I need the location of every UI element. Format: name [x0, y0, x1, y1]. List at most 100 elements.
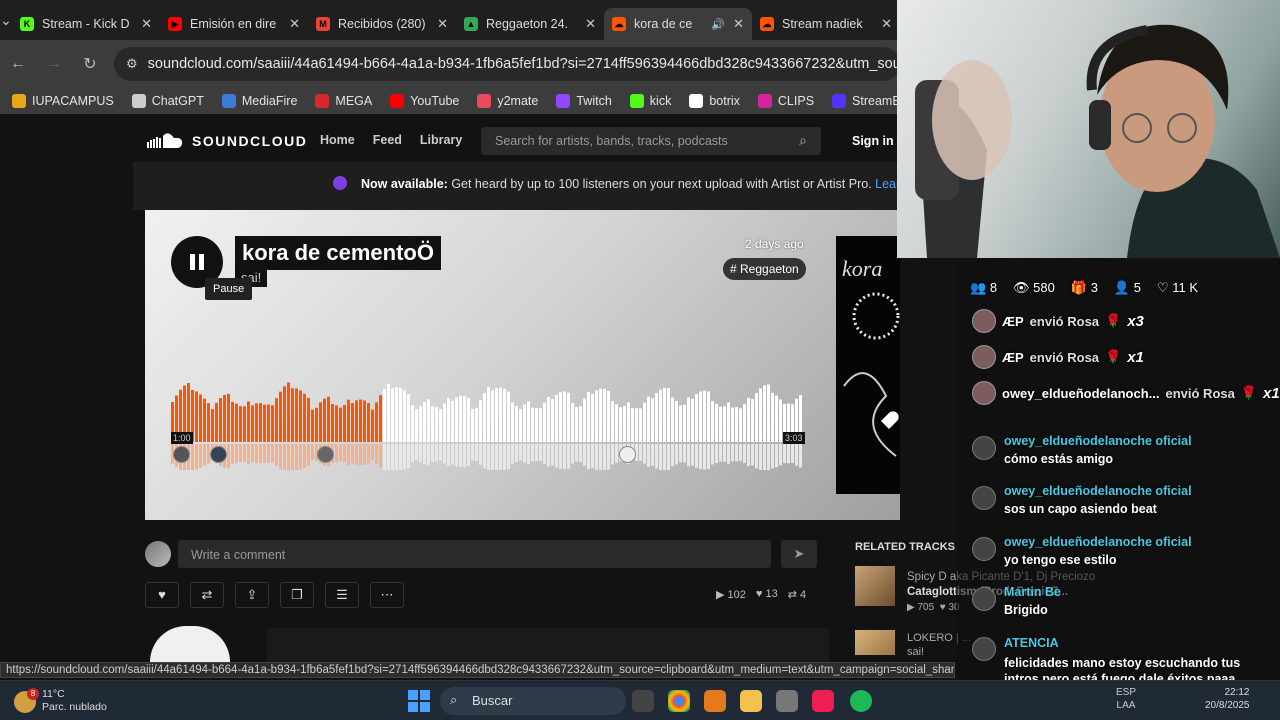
waveform-reflection	[411, 444, 414, 463]
taskbar-search[interactable]: ⌕ Buscar	[440, 687, 626, 715]
waveform-bar	[583, 398, 586, 442]
audio-playing-icon[interactable]: 🔊	[711, 18, 725, 31]
comment-avatar[interactable]	[173, 446, 190, 463]
close-tab-icon[interactable]: ✕	[585, 16, 596, 32]
bookmark-item[interactable]: YouTube	[390, 94, 459, 108]
player-artwork	[150, 626, 230, 662]
start-tile	[420, 702, 430, 712]
waveform-bar	[319, 402, 322, 442]
close-tab-icon[interactable]: ✕	[289, 16, 300, 32]
comment-avatar[interactable]	[619, 446, 636, 463]
app-icon[interactable]	[704, 690, 726, 712]
windows-taskbar: 8 11°C Parc. nublado ⌕ Buscar ESP LAA 22…	[0, 680, 1280, 720]
input-language[interactable]: ESP LAA	[1116, 686, 1136, 712]
waveform-bar	[267, 404, 270, 442]
browser-tab[interactable]: M Recibidos (280) ✕	[308, 8, 456, 40]
copy-link-button[interactable]: ❐	[280, 582, 314, 608]
browser-tab[interactable]: K Stream - Kick D ✕	[12, 8, 160, 40]
soundcloud-logo[interactable]: SOUNDCLOUD	[146, 132, 307, 150]
waveform-reflection	[763, 444, 766, 470]
search-icon[interactable]: ⌕	[799, 132, 807, 149]
bookmark-item[interactable]: kick	[629, 94, 671, 108]
pause-tooltip: Pause	[205, 278, 253, 300]
gifter-name: owey_eldueñodelanoch...	[1002, 385, 1160, 401]
waveform-bar	[675, 401, 678, 442]
waveform-reflection	[347, 444, 350, 466]
browser-tab[interactable]: ▲ Reggaeton 24. ✕	[456, 8, 604, 40]
browser-tab[interactable]: ☁ Stream nadiek ✕	[752, 8, 900, 40]
back-icon[interactable]: ←	[0, 55, 36, 73]
bookmark-item[interactable]: botrix	[689, 94, 740, 108]
share-button[interactable]: ⇪	[235, 582, 269, 608]
waveform-reflection	[659, 444, 662, 470]
chrome-icon[interactable]	[668, 690, 690, 712]
soundcloud-search-input[interactable]: Search for artists, bands, tracks, podca…	[481, 127, 821, 155]
comment-avatar[interactable]	[317, 446, 334, 463]
bookmark-item[interactable]: CLIPS	[757, 94, 814, 108]
start-tile	[408, 702, 418, 712]
repost-button[interactable]: ⇄	[190, 582, 224, 608]
bookmark-item[interactable]: y2mate	[477, 94, 538, 108]
chat-username: ATENCIA	[1004, 636, 1059, 650]
like-button[interactable]: ♥	[145, 582, 179, 608]
close-tab-icon[interactable]: ✕	[141, 16, 152, 32]
waveform-bar	[287, 382, 290, 442]
bookmark-item[interactable]: ChatGPT	[131, 94, 204, 108]
nav-link[interactable]: Home	[320, 133, 355, 147]
waveform-bar	[431, 406, 434, 442]
waveform-bar	[235, 403, 238, 442]
spotify-icon[interactable]	[850, 690, 872, 712]
file-explorer-icon[interactable]	[740, 690, 762, 712]
link-status-bar: https://soundcloud.com/saaiii/44a61494-b…	[0, 662, 955, 678]
waveform-bar	[391, 388, 394, 442]
system-clock[interactable]: 22:12 20/8/2025	[1205, 686, 1250, 712]
waveform-bar	[315, 407, 318, 442]
tiktok-icon[interactable]	[812, 690, 834, 712]
waveform-reflection	[691, 444, 694, 466]
start-menu-icon[interactable]	[408, 690, 430, 712]
weather-text: Parc. nublado	[42, 701, 107, 713]
more-button[interactable]: ⋯	[370, 582, 404, 608]
comment-avatar[interactable]	[210, 446, 227, 463]
weather-widget[interactable]: 8 11°C Parc. nublado	[14, 688, 107, 714]
forward-icon[interactable]: →	[36, 55, 72, 73]
waveform-reflection	[271, 444, 274, 463]
url-bar[interactable]: ⚙ soundcloud.com/saaiii/44a61494-b664-4a…	[114, 47, 900, 81]
waveform-bar	[403, 390, 406, 442]
waveform-bar	[687, 397, 690, 442]
bookmark-item[interactable]: Twitch	[556, 94, 612, 108]
bookmark-item[interactable]: IUPACAMPUS	[12, 94, 114, 108]
soundcloud-cloud-icon	[147, 133, 183, 148]
task-view-icon[interactable]	[632, 690, 654, 712]
close-tab-icon[interactable]: ✕	[437, 16, 448, 32]
related-track-artwork[interactable]	[855, 630, 895, 655]
sign-in-link[interactable]: Sign in	[852, 134, 894, 148]
nav-link[interactable]: Library	[420, 133, 462, 147]
related-track-artwork[interactable]	[855, 566, 895, 606]
waveform-reflection	[479, 444, 482, 465]
browser-tab[interactable]: ▶ Emisión en dire ✕	[160, 8, 308, 40]
app-icon[interactable]	[776, 690, 798, 712]
bookmarks-bar: IUPACAMPUS ChatGPT MediaFire MEGA YouTube y2m…	[0, 88, 944, 114]
add-to-playlist-button[interactable]: ☰	[325, 582, 359, 608]
bookmark-item[interactable]: MediaFire	[221, 94, 297, 108]
browser-tab[interactable]: ☁ kora de ce 🔊 ✕	[604, 8, 752, 40]
waveform-bar	[355, 400, 358, 442]
site-info-icon[interactable]: ⚙	[126, 56, 138, 72]
waveform[interactable]	[171, 380, 803, 470]
comment-input[interactable]: Write a comment	[178, 540, 771, 568]
nav-link[interactable]: Feed	[373, 133, 402, 147]
send-comment-icon[interactable]: ➤	[781, 540, 817, 568]
waveform-reflection	[247, 444, 250, 465]
waveform-bar	[663, 387, 666, 442]
waveform-reflection	[291, 444, 294, 470]
close-tab-icon[interactable]: ✕	[881, 16, 892, 32]
tab-search-menu-icon[interactable]: ⌄	[0, 0, 12, 40]
waveform-reflection	[667, 444, 670, 470]
waveform-bar	[507, 391, 510, 442]
bookmark-item[interactable]: MEGA	[315, 94, 372, 108]
related-plays: 705	[917, 602, 935, 613]
reload-icon[interactable]: ↻	[72, 54, 108, 74]
genre-tag[interactable]: # Reggaeton	[723, 258, 806, 280]
close-tab-icon[interactable]: ✕	[733, 16, 744, 32]
